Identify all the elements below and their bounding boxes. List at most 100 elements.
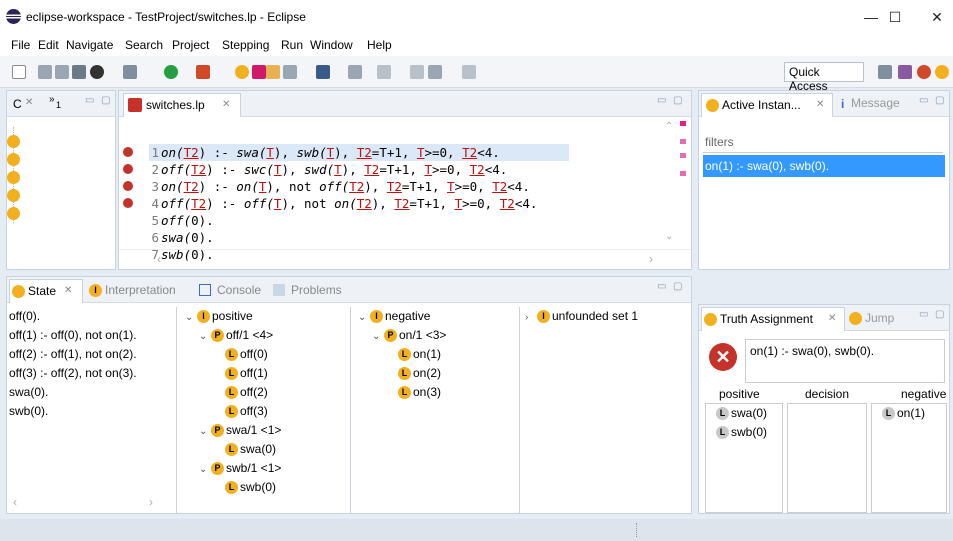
unfounded-set-row[interactable]: › Iunfounded set 1 bbox=[525, 307, 638, 326]
menu-window[interactable]: Window bbox=[310, 38, 353, 52]
chevron-down-icon[interactable]: ⌄ bbox=[372, 327, 384, 346]
chevron-down-icon[interactable]: ⌄ bbox=[199, 327, 211, 346]
positive-root[interactable]: ⌄ Ipositive bbox=[179, 307, 350, 326]
open-folder-icon[interactable] bbox=[266, 65, 280, 79]
prev-annotation-icon[interactable] bbox=[377, 65, 391, 79]
minimize-view-icon[interactable]: ▭ bbox=[657, 281, 666, 292]
filters-input[interactable]: filters bbox=[703, 131, 943, 153]
open-perspective-icon[interactable] bbox=[878, 65, 892, 79]
back-icon[interactable] bbox=[410, 65, 424, 79]
truth-item[interactable]: Lswa(0) bbox=[716, 404, 782, 423]
truth-item[interactable]: Lswb(0) bbox=[716, 423, 782, 442]
new-file-icon[interactable] bbox=[12, 65, 26, 79]
truth-item[interactable]: Lon(1) bbox=[882, 404, 946, 423]
menu-project[interactable]: Project bbox=[172, 38, 209, 52]
truth-positive-list[interactable]: Lswa(0) Lswb(0) bbox=[705, 403, 783, 513]
overview-marker[interactable] bbox=[680, 121, 686, 126]
print-icon[interactable] bbox=[72, 65, 86, 79]
menu-run[interactable]: Run bbox=[281, 38, 303, 52]
tab-jump[interactable]: Jump bbox=[865, 311, 894, 325]
code-line[interactable]: 3 on(T2) :- on(T), not off(T2), T2=T+1, T… bbox=[149, 178, 529, 195]
menu-stepping[interactable]: Stepping bbox=[222, 38, 269, 52]
run-icon[interactable] bbox=[164, 65, 178, 79]
perspective-icon[interactable] bbox=[316, 65, 330, 79]
atom-row[interactable]: Lon(3) bbox=[352, 383, 519, 402]
error-marker-icon[interactable] bbox=[123, 198, 133, 208]
asp-perspective-icon[interactable] bbox=[917, 65, 931, 79]
solver-icon[interactable] bbox=[235, 65, 249, 79]
state-item[interactable]: swa(0). bbox=[9, 383, 176, 402]
node-icon[interactable] bbox=[7, 153, 20, 166]
close-icon[interactable]: ✕ bbox=[816, 99, 824, 110]
minimize-view-icon[interactable]: ▭ bbox=[657, 95, 666, 106]
atom-row[interactable]: Lswa(0) bbox=[179, 440, 350, 459]
state-scrollbar[interactable]: ‹ › bbox=[7, 493, 177, 513]
tab-truth-assignment[interactable]: Truth Assignment ✕ bbox=[701, 307, 845, 331]
tab-message[interactable]: Message bbox=[851, 96, 900, 110]
node-icon[interactable] bbox=[7, 189, 20, 202]
predicate-row[interactable]: ⌄ Pswb/1 <1> bbox=[179, 459, 350, 478]
scroll-right-icon[interactable]: › bbox=[149, 495, 153, 509]
node-icon[interactable] bbox=[7, 135, 20, 148]
menu-help[interactable]: Help bbox=[367, 38, 392, 52]
predicate-row[interactable]: ⌄ Pon/1 <3> bbox=[352, 326, 519, 345]
step-icon[interactable] bbox=[123, 65, 137, 79]
debug-icon[interactable] bbox=[90, 65, 104, 79]
stepping-perspective-icon[interactable] bbox=[935, 65, 949, 79]
state-item[interactable]: off(3) :- off(2), not on(3). bbox=[9, 364, 176, 383]
code-line[interactable]: 4 off(T2) :- off(T), not on(T2), T2=T+1, … bbox=[149, 195, 537, 212]
rule-text[interactable]: on(1) :- swa(0), swb(0). bbox=[745, 339, 945, 383]
positive-tree[interactable]: ⌄ Ipositive ⌄ Poff/1 <4> Loff(0) Loff(1) Loff(… bbox=[179, 307, 351, 513]
atom-row[interactable]: Loff(1) bbox=[179, 364, 350, 383]
overview-marker[interactable] bbox=[680, 139, 686, 144]
menu-search[interactable]: Search bbox=[125, 38, 163, 52]
selected-instance-row[interactable]: on(1) :- swa(0), swb(0). bbox=[703, 155, 945, 177]
predicate-row[interactable]: ⌄ Poff/1 <4> bbox=[179, 326, 350, 345]
scroll-up-icon[interactable]: ⌃ bbox=[665, 121, 673, 132]
truth-negative-list[interactable]: Lon(1) bbox=[871, 403, 947, 513]
quick-access-input[interactable]: Quick Access bbox=[784, 62, 864, 93]
horizontal-scrollbar[interactable]: ‹ › bbox=[119, 249, 691, 269]
atom-row[interactable]: Loff(2) bbox=[179, 383, 350, 402]
atom-row[interactable]: Lon(2) bbox=[352, 364, 519, 383]
tab-switches-lp[interactable]: switches.lp ✕ bbox=[123, 93, 241, 117]
chevron-down-icon[interactable]: ⌄ bbox=[185, 308, 197, 327]
maximize-view-icon[interactable]: ▢ bbox=[101, 95, 110, 106]
negative-tree[interactable]: ⌄ Inegative ⌄ Pon/1 <3> Lon(1) Lon(2) Lon(3) bbox=[352, 307, 520, 513]
maximize-view-icon[interactable]: ▢ bbox=[935, 309, 944, 320]
chevron-right-icon[interactable]: › bbox=[525, 308, 537, 327]
minimize-view-icon[interactable]: ▭ bbox=[85, 95, 94, 106]
tab-problems[interactable]: Problems bbox=[291, 283, 342, 297]
tab-state[interactable]: State ✕ bbox=[9, 279, 83, 303]
negative-root[interactable]: ⌄ Inegative bbox=[352, 307, 519, 326]
menu-edit[interactable]: Edit bbox=[38, 38, 59, 52]
code-line[interactable]: 2 off(T2) :- swc(T), swd(T), T2=T+1, T>=0… bbox=[149, 161, 507, 178]
state-item[interactable]: off(2) :- off(1), not on(2). bbox=[9, 345, 176, 364]
stop-icon[interactable] bbox=[252, 65, 266, 79]
error-marker-icon[interactable] bbox=[123, 147, 133, 157]
close-icon[interactable]: ✕ bbox=[64, 285, 72, 296]
minimize-view-icon[interactable]: ▭ bbox=[919, 309, 928, 320]
truth-decision-list[interactable] bbox=[787, 403, 867, 513]
save-icon[interactable] bbox=[38, 65, 52, 79]
tab-interpretation[interactable]: Interpretation bbox=[105, 283, 176, 297]
maximize-button[interactable]: ☐ bbox=[880, 6, 910, 28]
annotation-icon[interactable] bbox=[348, 65, 362, 79]
debug-perspective-icon[interactable] bbox=[898, 65, 912, 79]
external-tools-icon[interactable] bbox=[196, 65, 210, 79]
scroll-left-icon[interactable]: ‹ bbox=[157, 252, 161, 266]
menu-file[interactable]: File bbox=[11, 38, 30, 52]
predicate-row[interactable]: ⌄ Pswa/1 <1> bbox=[179, 421, 350, 440]
overview-marker[interactable] bbox=[680, 171, 686, 176]
node-icon[interactable] bbox=[7, 171, 20, 184]
history-icon[interactable] bbox=[428, 65, 442, 79]
close-icon[interactable]: ✕ bbox=[828, 313, 836, 324]
atom-row[interactable]: Lswb(0) bbox=[179, 478, 350, 497]
node-icon[interactable] bbox=[7, 207, 20, 220]
tab-active-instances[interactable]: Active Instan... ✕ bbox=[701, 93, 833, 117]
state-item[interactable]: off(1) :- off(0), not on(1). bbox=[9, 326, 176, 345]
atom-row[interactable]: Loff(0) bbox=[179, 345, 350, 364]
menu-navigate[interactable]: Navigate bbox=[66, 38, 113, 52]
forward-icon[interactable] bbox=[462, 65, 476, 79]
scroll-left-icon[interactable]: ‹ bbox=[13, 495, 17, 509]
